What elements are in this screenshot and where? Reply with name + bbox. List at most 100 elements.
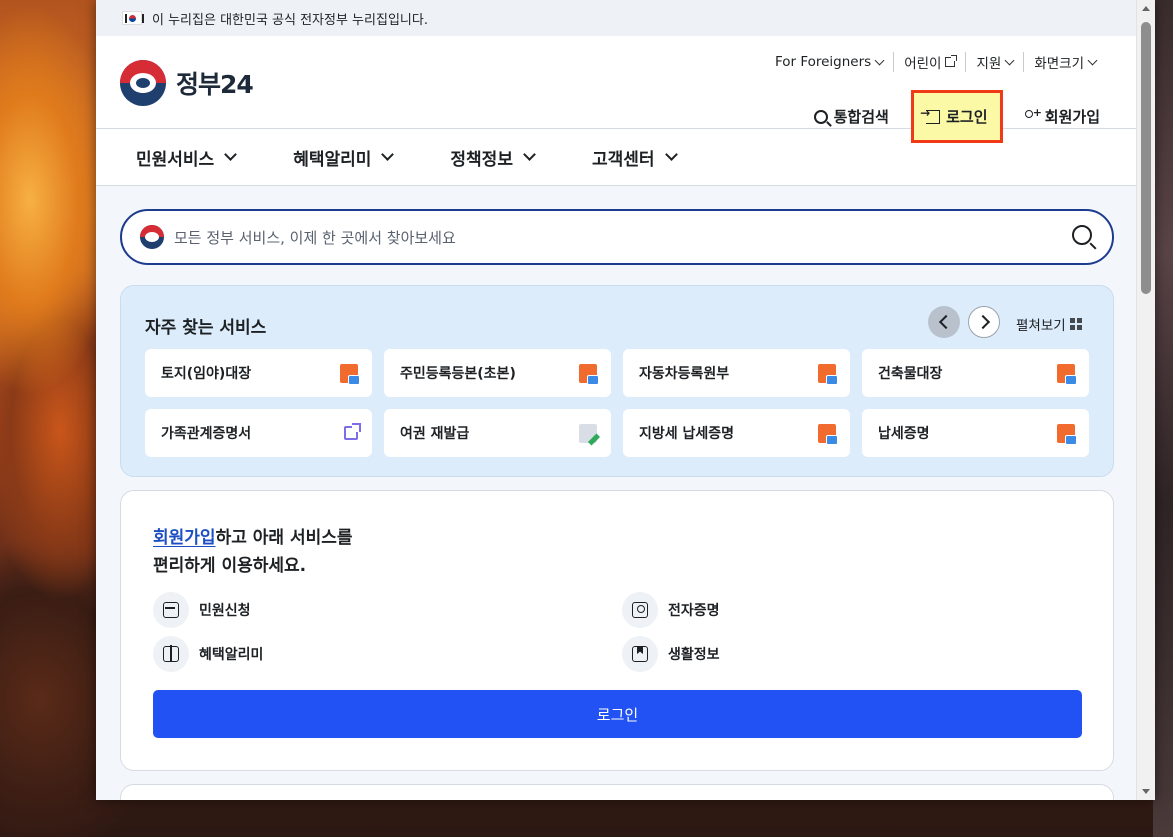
user-plus-icon [1023,106,1042,124]
nav-policy-info[interactable]: 정책정보 [450,145,536,170]
support-link[interactable]: 지원 [965,52,1023,72]
service-card-vehicle-registration[interactable]: 자동차등록원부 [623,349,850,397]
signup-line-2: 편리하게 이용하세요. [153,556,307,576]
utility-links: For Foreigners 어린이 지원 화면크기 [765,52,1106,72]
external-link-icon [945,55,958,67]
pdf-icon [579,364,599,385]
feature-life-info: 생활정보 [622,636,720,672]
pdf-icon [818,424,838,445]
service-label: 납세증명 [878,426,930,442]
nav-customer-center[interactable]: 고객센터 [591,145,678,170]
service-card-resident-registration[interactable]: 주민등록등본(초본) [384,349,611,397]
feature-label: 민원신청 [199,603,251,619]
service-card-family-certificate[interactable]: 가족관계증명서 [145,409,372,457]
chevron-down-icon [381,148,395,161]
login-label: 로그인 [946,108,988,126]
next-section-card [120,784,1114,800]
login-button[interactable]: 로그인 [910,90,1003,143]
signup-card: 회원가입하고 아래 서비스를 편리하게 이용하세요. 민원신청 전자증명 혜택알… [120,490,1114,771]
support-label: 지원 [976,56,1002,72]
kids-label: 어린이 [904,56,942,72]
service-label: 건축물대장 [878,366,943,382]
chevron-down-icon [874,55,885,65]
login-icon [920,106,941,124]
service-card-building-register[interactable]: 건축물대장 [862,349,1089,397]
service-label: 토지(임야)대장 [161,366,252,382]
card-login-button[interactable]: 로그인 [153,690,1082,738]
feature-label: 전자증명 [668,603,720,619]
nav-label: 정책정보 [450,149,513,170]
gov-banner: 이 누리집은 대한민국 공식 전자정부 누리집입니다. [96,0,1136,36]
nav-benefit-alert[interactable]: 혜택알리미 [293,145,395,170]
feature-label: 혜택알리미 [199,647,264,663]
pdf-icon [1057,424,1077,445]
gift-icon [153,636,189,672]
for-foreigners-label: For Foreigners [774,54,872,70]
integrated-search-label: 통합검색 [833,108,889,126]
desktop-background-right [1153,0,1173,837]
kids-link[interactable]: 어린이 [893,52,965,72]
for-foreigners-link[interactable]: For Foreigners [765,54,893,70]
nav-civil-service[interactable]: 민원서비스 [136,145,238,170]
signup-message: 회원가입하고 아래 서비스를 편리하게 이용하세요. [153,524,353,580]
grid-icon [1069,318,1082,330]
taegeuk-logo-icon [120,60,166,106]
screen-size-link[interactable]: 화면크기 [1023,52,1106,72]
browser-window: 이 누리집은 대한민국 공식 전자정부 누리집입니다. 정부24 For For… [96,0,1155,800]
korea-flag-icon [122,11,144,25]
service-label: 가족관계증명서 [161,426,252,442]
pdf-icon [1057,364,1077,385]
chevron-down-icon [1087,55,1098,65]
scroll-up-arrow-icon[interactable] [1142,6,1150,11]
integrated-search-button[interactable]: 통합검색 [813,106,889,127]
bookmark-icon [622,636,658,672]
edit-icon [579,424,597,443]
signup-link[interactable]: 회원가입 [153,528,216,548]
service-card-land-register[interactable]: 토지(임야)대장 [145,349,372,397]
site-logo[interactable]: 정부24 [120,60,254,106]
scroll-down-arrow-icon[interactable] [1142,789,1150,794]
frequent-services-grid: 토지(임야)대장 주민등록등본(초본) 자동차등록원부 건축물대장 가족관계증명… [145,349,1091,457]
screen-size-label: 화면크기 [1034,56,1084,72]
service-card-passport-reissue[interactable]: 여권 재발급 [384,409,611,457]
feature-e-certificate: 전자증명 [622,592,720,628]
feature-label: 생활정보 [668,647,720,663]
frequent-services-title: 자주 찾는 서비스 [145,318,267,338]
service-label: 주민등록등본(초본) [400,366,516,382]
signup-button[interactable]: 회원가입 [1023,106,1100,127]
service-card-tax-certificate[interactable]: 납세증명 [862,409,1089,457]
inbox-icon [153,592,189,628]
scrollbar-thumb[interactable] [1141,22,1151,294]
logo-text: 정부24 [176,70,254,99]
external-link-icon [344,423,361,440]
expand-all-button[interactable]: 펼쳐보기 [1016,314,1082,334]
search-icon [813,109,828,124]
service-label: 자동차등록원부 [639,366,730,382]
taegeuk-logo-icon [140,225,164,249]
signup-line-1-rest: 하고 아래 서비스를 [215,528,353,548]
search-icon[interactable] [1072,225,1092,245]
search-placeholder: 모든 정부 서비스, 이제 한 곳에서 찾아보세요 [174,228,456,247]
gov-banner-text: 이 누리집은 대한민국 공식 전자정부 누리집입니다. [152,12,428,28]
chevron-down-icon [523,148,536,161]
gov24-page: 이 누리집은 대한민국 공식 전자정부 누리집입니다. 정부24 For For… [96,0,1136,800]
pdf-icon [340,364,360,385]
chevron-down-icon [1004,55,1015,65]
feature-benefit-alert: 혜택알리미 [153,636,263,672]
vertical-scrollbar[interactable] [1136,0,1155,800]
search-input[interactable]: 모든 정부 서비스, 이제 한 곳에서 찾아보세요 [120,209,1114,265]
service-card-local-tax-certificate[interactable]: 지방세 납세증명 [623,409,850,457]
certificate-icon [622,592,658,628]
signup-label: 회원가입 [1044,108,1100,126]
carousel-prev-button[interactable] [928,306,960,338]
chevron-down-icon [224,148,238,161]
nav-label: 고객센터 [591,149,655,170]
nav-label: 혜택알리미 [293,149,372,170]
service-label: 지방세 납세증명 [639,426,735,442]
pdf-icon [818,364,838,385]
carousel-next-button[interactable] [968,306,1000,338]
expand-all-label: 펼쳐보기 [1016,318,1066,334]
chevron-down-icon [664,148,678,161]
nav-label: 민원서비스 [136,149,215,170]
header-actions: 통합검색 로그인 회원가입 [813,90,1100,143]
